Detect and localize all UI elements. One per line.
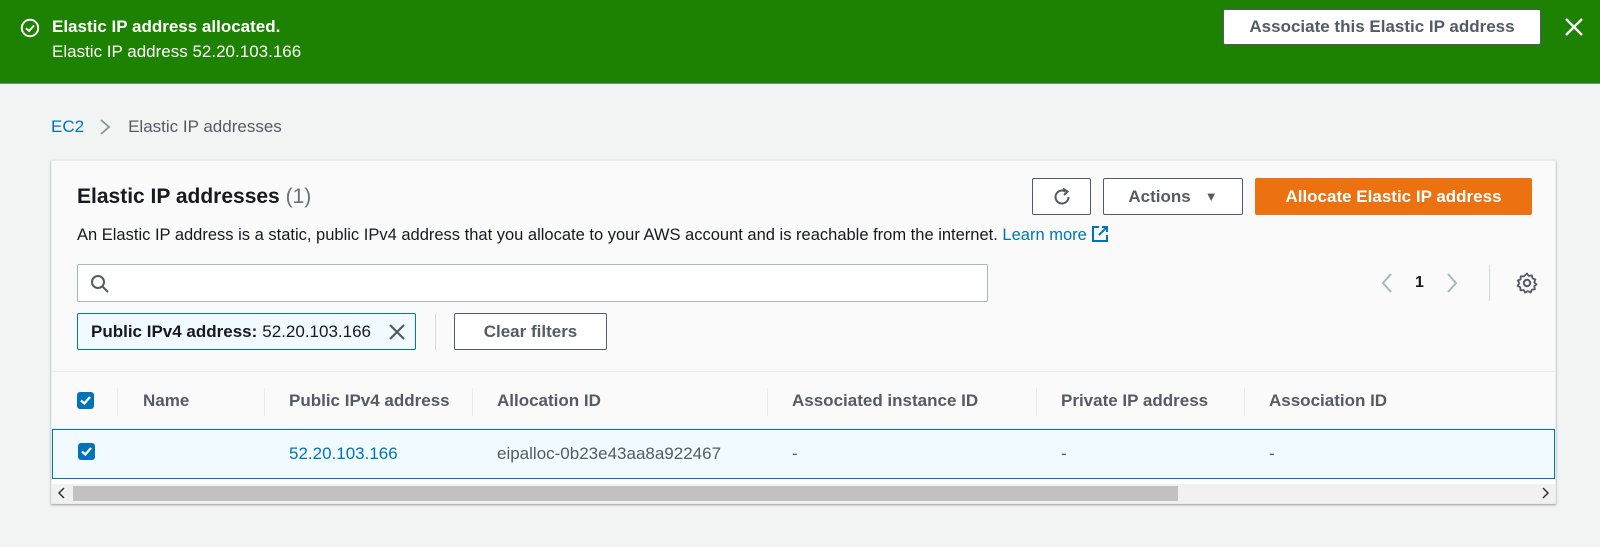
cell-public-ip-link[interactable]: 52.20.103.166 [289,444,398,464]
column-divider [1036,388,1037,416]
divider [435,314,436,350]
caret-down-icon: ▼ [1204,189,1218,204]
col-header-association-id[interactable]: Association ID [1269,391,1387,411]
select-all-checkbox[interactable] [77,392,94,409]
filter-token: Public IPv4 address: 52.20.103.166 [77,313,416,350]
learn-more-label: Learn more [1002,226,1087,244]
column-divider [1244,388,1245,416]
scroll-left-icon[interactable] [57,487,67,499]
col-header-allocation-id[interactable]: Allocation ID [497,391,601,411]
close-icon[interactable] [1563,16,1585,38]
associate-eip-button[interactable]: Associate this Elastic IP address [1223,9,1541,45]
page-number[interactable]: 1 [1415,274,1424,292]
success-check-icon [20,18,40,38]
cell-instance-id: - [792,444,798,463]
col-header-name[interactable]: Name [143,391,189,411]
allocate-eip-button[interactable]: Allocate Elastic IP address [1255,178,1532,215]
actions-dropdown-button[interactable]: Actions ▼ [1103,178,1243,215]
description-text: An Elastic IP address is a static, publi… [77,226,998,244]
cell-association-id: - [1269,444,1275,463]
cell-private-ip: - [1061,444,1067,463]
col-header-public-ip[interactable]: Public IPv4 address [289,391,450,411]
breadcrumb-link-ec2[interactable]: EC2 [51,117,84,137]
clear-filters-button[interactable]: Clear filters [454,313,607,350]
col-header-private-ip[interactable]: Private IP address [1061,391,1208,411]
column-divider [117,388,118,416]
row-checkbox[interactable] [78,443,95,460]
eip-table-container: Elastic IP addresses (1) An Elastic IP a… [51,160,1556,504]
column-divider [767,388,768,416]
pagination: 1 [1377,271,1462,295]
col-header-instance-id[interactable]: Associated instance ID [792,391,978,411]
success-flash-banner: Elastic IP address allocated. Elastic IP… [0,0,1600,84]
actions-label: Actions [1128,186,1191,206]
scroll-right-icon[interactable] [1540,487,1550,499]
page-title: Elastic IP addresses (1) [77,185,311,209]
check-icon [80,396,91,406]
table-row[interactable]: 52.20.103.166 eipalloc-0b23e43aa8a922467… [52,429,1555,479]
check-icon [81,447,92,457]
horizontal-scrollbar[interactable] [52,484,1555,503]
search-bar[interactable] [77,264,988,302]
refresh-button[interactable] [1032,178,1091,215]
flash-title: Elastic IP address allocated. [52,17,281,36]
chevron-right-icon [100,119,111,135]
description: An Elastic IP address is a static, publi… [77,225,1109,245]
divider [1489,265,1490,301]
external-link-icon [1091,226,1108,242]
breadcrumb: EC2 Elastic IP addresses [51,117,282,137]
refresh-icon [1054,187,1069,204]
filter-key: Public IPv4 address: [91,321,258,341]
table-header-area: Elastic IP addresses (1) An Elastic IP a… [52,161,1555,372]
column-divider [264,388,265,416]
breadcrumb-current: Elastic IP addresses [128,117,282,136]
chevron-left-icon[interactable] [1377,271,1397,295]
table-header-row: Name Public IPv4 address Allocation ID A… [52,372,1555,429]
flash-subtitle: Elastic IP address 52.20.103.166 [52,42,302,61]
cell-allocation-id: eipalloc-0b23e43aa8a922467 [497,444,722,463]
search-input[interactable] [120,267,980,299]
title-text: Elastic IP addresses [77,185,280,208]
column-divider [472,388,473,416]
learn-more-link[interactable]: Learn more [1002,226,1108,244]
search-icon [91,275,109,293]
chevron-right-icon[interactable] [1442,271,1462,295]
item-count: (1) [285,185,312,208]
filter-value: 52.20.103.166 [262,321,372,341]
remove-filter-icon[interactable] [387,322,407,342]
scrollbar-thumb[interactable] [73,486,1178,501]
gear-icon[interactable] [1515,271,1539,295]
